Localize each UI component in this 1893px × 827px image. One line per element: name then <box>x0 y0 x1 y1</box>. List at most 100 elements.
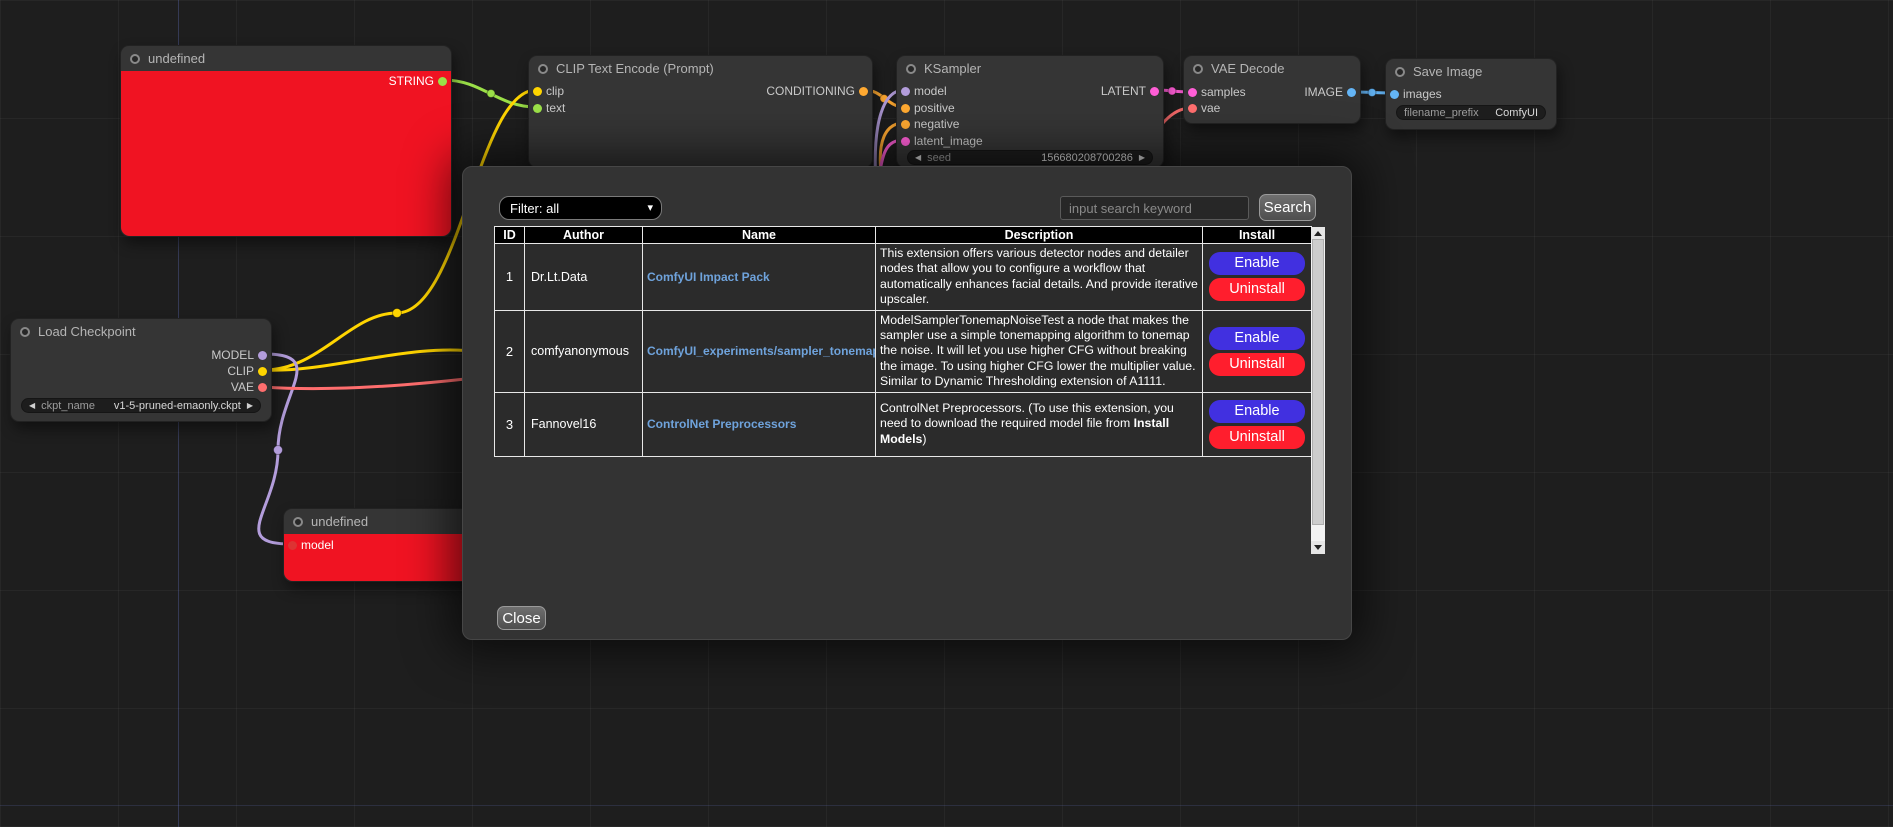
latent-port[interactable] <box>901 137 910 146</box>
model-port[interactable] <box>901 87 910 96</box>
row-install: Enable Uninstall <box>1203 244 1312 311</box>
wire-midpoint-dot[interactable] <box>274 446 283 455</box>
description-text: ) <box>922 432 926 446</box>
ckpt-name-widget[interactable]: ◀ ckpt_name v1-5-pruned-emaonly.ckpt ▶ <box>21 398 261 413</box>
collapse-dot-icon[interactable] <box>1193 64 1203 74</box>
collapse-dot-icon[interactable] <box>293 517 303 527</box>
wire-midpoint-dot[interactable] <box>880 95 888 103</box>
extension-link[interactable]: ControlNet Preprocessors <box>647 417 796 431</box>
node-ksampler[interactable]: KSampler model positive negative latent_… <box>896 55 1164 168</box>
column-header: Description <box>876 227 1203 244</box>
enable-button[interactable]: Enable <box>1209 252 1305 275</box>
widget-value: v1-5-pruned-emaonly.ckpt <box>114 400 241 412</box>
input-slot-positive: positive <box>897 101 955 116</box>
search-input[interactable] <box>1060 196 1249 220</box>
node-header[interactable]: VAE Decode <box>1184 56 1360 81</box>
row-install: Enable Uninstall <box>1203 392 1312 456</box>
uninstall-button[interactable]: Uninstall <box>1209 426 1305 449</box>
increment-arrow-icon[interactable]: ▶ <box>1139 150 1145 165</box>
collapse-dot-icon[interactable] <box>538 64 548 74</box>
search-button[interactable]: Search <box>1259 194 1316 221</box>
scrollbar-thumb[interactable] <box>1312 239 1324 525</box>
collapse-dot-icon[interactable] <box>130 54 140 64</box>
clip-port[interactable] <box>533 87 542 96</box>
close-button[interactable]: Close <box>497 606 546 630</box>
image-port[interactable] <box>1347 88 1356 97</box>
enable-button[interactable]: Enable <box>1209 400 1305 423</box>
image-port[interactable] <box>1390 90 1399 99</box>
output-slot-conditioning: CONDITIONING <box>766 84 872 99</box>
model-port[interactable] <box>288 541 297 550</box>
filename-prefix-widget[interactable]: filename_prefix ComfyUI <box>1396 105 1546 120</box>
row-description: ModelSamplerTonemapNoiseTest a node that… <box>876 310 1203 392</box>
node-title: VAE Decode <box>1211 61 1284 76</box>
row-description: This extension offers various detector n… <box>876 244 1203 311</box>
scroll-down-arrow-icon[interactable] <box>1311 541 1325 554</box>
decrement-arrow-icon[interactable]: ◀ <box>915 150 921 165</box>
node-undefined-string[interactable]: undefined STRING <box>120 45 452 237</box>
string-port[interactable] <box>438 77 447 86</box>
next-arrow-icon[interactable]: ▶ <box>247 398 253 413</box>
collapse-dot-icon[interactable] <box>906 64 916 74</box>
node-header[interactable]: CLIP Text Encode (Prompt) <box>529 56 872 81</box>
input-slot-samples: samples <box>1184 85 1246 100</box>
table-scrollbar[interactable] <box>1311 227 1325 554</box>
row-author: Fannovel16 <box>525 392 643 456</box>
node-body: MODEL CLIP VAE ◀ ckpt_name v1-5-pruned-e… <box>11 344 271 421</box>
vae-port[interactable] <box>258 383 267 392</box>
output-slot-string: STRING <box>389 74 451 89</box>
slot-label: model <box>914 84 947 98</box>
slot-label: model <box>301 538 334 552</box>
seed-widget[interactable]: ◀ seed 156680208700286 ▶ <box>907 150 1153 165</box>
row-name: ComfyUI Impact Pack <box>643 244 876 311</box>
node-header[interactable]: Save Image <box>1386 59 1556 84</box>
extension-link[interactable]: ComfyUI_experiments/sampler_tonemap <box>647 344 876 358</box>
enable-button[interactable]: Enable <box>1209 327 1305 350</box>
extension-row: 1Dr.Lt.Data ComfyUI Impact Pack This exten… <box>495 244 1312 311</box>
text-port[interactable] <box>533 104 542 113</box>
conditioning-port[interactable] <box>859 87 868 96</box>
conditioning-port[interactable] <box>901 120 910 129</box>
input-slot-model: model <box>284 538 334 553</box>
collapse-dot-icon[interactable] <box>1395 67 1405 77</box>
prev-arrow-icon[interactable]: ◀ <box>29 398 35 413</box>
custom-nodes-manager-dialog: Filter: all ▾ Search IDAuthorNameDescrip… <box>462 166 1352 640</box>
node-header[interactable]: Load Checkpoint <box>11 319 271 344</box>
uninstall-button[interactable]: Uninstall <box>1209 353 1305 376</box>
input-slot-vae: vae <box>1184 101 1220 116</box>
latent-port[interactable] <box>1188 88 1197 97</box>
output-slot-image: IMAGE <box>1304 85 1360 100</box>
latent-port[interactable] <box>1150 87 1159 96</box>
extension-row: 3Fannovel16ControlNet PreprocessorsContr… <box>495 392 1312 456</box>
extensions-table-body: 1Dr.Lt.Data ComfyUI Impact Pack This exten… <box>495 244 1312 457</box>
extension-link[interactable]: ComfyUI Impact Pack <box>647 270 770 284</box>
wire-midpoint-dot[interactable] <box>1368 89 1376 97</box>
output-slot-model: MODEL <box>211 348 271 363</box>
conditioning-port[interactable] <box>901 104 910 113</box>
node-header[interactable]: KSampler <box>897 56 1163 81</box>
node-load-checkpoint[interactable]: Load Checkpoint MODEL CLIP VAE ◀ ckpt_na… <box>10 318 272 422</box>
output-slot-latent: LATENT <box>1101 84 1163 99</box>
widget-value: 156680208700286 <box>1041 152 1133 164</box>
collapse-dot-icon[interactable] <box>20 327 30 337</box>
model-port[interactable] <box>258 351 267 360</box>
clip-port[interactable] <box>258 367 267 376</box>
row-id: 1 <box>495 244 525 311</box>
input-slot-clip: clip <box>529 84 564 99</box>
row-author: Dr.Lt.Data <box>525 244 643 311</box>
node-clip-text-encode[interactable]: CLIP Text Encode (Prompt) clip text COND… <box>528 55 873 168</box>
uninstall-button[interactable]: Uninstall <box>1209 278 1305 301</box>
wire-midpoint-dot[interactable] <box>1168 87 1176 95</box>
wire-midpoint-dot[interactable] <box>393 309 402 318</box>
node-save-image[interactable]: Save Image images filename_prefix ComfyU… <box>1385 58 1557 130</box>
row-install: Enable Uninstall <box>1203 310 1312 392</box>
slot-label: CLIP <box>227 364 254 378</box>
filter-select[interactable]: Filter: all <box>499 196 662 220</box>
node-header[interactable]: undefined <box>121 46 451 71</box>
vae-port[interactable] <box>1188 104 1197 113</box>
wire-midpoint-dot[interactable] <box>487 90 495 98</box>
slot-label: LATENT <box>1101 84 1146 98</box>
description-text: ModelSamplerTonemapNoiseTest a node that… <box>880 313 1196 389</box>
column-header: Install <box>1203 227 1312 244</box>
node-vae-decode[interactable]: VAE Decode samples vae IMAGE <box>1183 55 1361 124</box>
